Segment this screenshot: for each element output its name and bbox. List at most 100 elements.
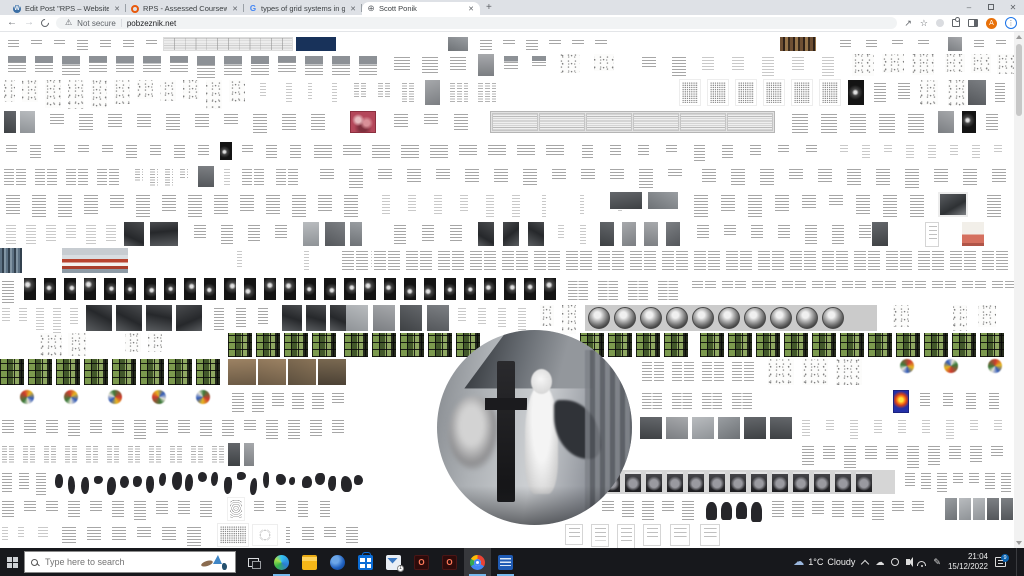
thumbnail[interactable]: [44, 498, 60, 514]
thumbnail[interactable]: [930, 278, 958, 290]
thumbnail[interactable]: [848, 417, 860, 443]
thumbnail[interactable]: [218, 524, 248, 546]
thumbnail[interactable]: [842, 443, 858, 471]
thumbnail[interactable]: [404, 248, 434, 273]
thumbnail[interactable]: [132, 498, 148, 524]
thumbnail[interactable]: [756, 248, 786, 273]
thumbnail[interactable]: [530, 54, 548, 71]
thumbnail[interactable]: [392, 54, 412, 74]
thumbnail[interactable]: [863, 443, 879, 462]
thumbnail[interactable]: [148, 142, 163, 158]
thumbnail[interactable]: [303, 222, 319, 246]
thumbnail[interactable]: [490, 111, 775, 133]
thumbnail[interactable]: [967, 470, 981, 488]
thumbnail[interactable]: [840, 278, 868, 290]
thumbnail[interactable]: [84, 278, 96, 300]
thumbnail[interactable]: [17, 305, 29, 325]
thumbnail[interactable]: [787, 166, 805, 182]
thumbnail[interactable]: [528, 222, 544, 246]
thumbnail[interactable]: [135, 524, 153, 540]
thumbnail[interactable]: [948, 142, 960, 160]
thumbnail[interactable]: [700, 359, 726, 385]
thumbnail[interactable]: [770, 417, 792, 439]
thumbnail[interactable]: [788, 248, 818, 273]
thumbnail[interactable]: [125, 333, 141, 352]
thumbnail[interactable]: [628, 248, 658, 273]
thumbnail[interactable]: [234, 305, 248, 331]
thumbnail[interactable]: [748, 142, 763, 160]
thumbnail[interactable]: [124, 142, 139, 163]
thumbnail[interactable]: [448, 222, 464, 245]
thumbnail[interactable]: [328, 476, 336, 491]
thumbnail[interactable]: [560, 54, 580, 73]
thumbnail[interactable]: [148, 333, 162, 352]
thumbnail[interactable]: [68, 305, 80, 328]
thumbnail[interactable]: [110, 524, 128, 543]
thumbnail[interactable]: [941, 390, 955, 411]
thumbnail[interactable]: [987, 390, 1001, 413]
thumbnail[interactable]: [110, 498, 126, 522]
thumbnail[interactable]: [432, 192, 444, 218]
thumbnail[interactable]: [938, 111, 954, 133]
thumbnail[interactable]: [660, 248, 690, 273]
thumbnail[interactable]: [566, 278, 590, 304]
thumbnail[interactable]: [750, 278, 778, 290]
thumbnail[interactable]: [107, 477, 116, 495]
thumbnail[interactable]: [133, 166, 145, 185]
thumbnail[interactable]: [63, 443, 79, 466]
thumbnail[interactable]: [240, 142, 255, 157]
thumbnail[interactable]: [290, 192, 308, 220]
thumbnail[interactable]: [784, 333, 808, 357]
thumbnail[interactable]: [62, 248, 128, 273]
thumbnail[interactable]: [951, 470, 965, 488]
thumbnail[interactable]: [312, 333, 336, 357]
thumbnail[interactable]: [820, 54, 836, 80]
thumbnail[interactable]: [6, 54, 28, 75]
thumbnail[interactable]: [824, 417, 836, 435]
thumbnail[interactable]: [350, 111, 376, 133]
thumbnail[interactable]: [6, 37, 21, 52]
thumbnail[interactable]: [60, 524, 78, 547]
taskbar-adobe2-button[interactable]: O: [436, 548, 463, 576]
thumbnail[interactable]: [44, 278, 56, 300]
thumbnail[interactable]: [993, 80, 1007, 106]
thumbnail[interactable]: [325, 222, 345, 246]
thumbnail[interactable]: [344, 524, 360, 546]
thumbnail[interactable]: [204, 278, 216, 300]
thumbnail[interactable]: [68, 333, 86, 356]
thumbnail[interactable]: [948, 248, 978, 273]
thumbnail[interactable]: [700, 390, 724, 413]
thumbnail[interactable]: [91, 80, 107, 108]
thumbnail[interactable]: [926, 142, 938, 161]
thumbnail[interactable]: [64, 166, 90, 187]
thumbnail[interactable]: [640, 390, 664, 413]
thumbnail[interactable]: [456, 305, 468, 325]
thumbnail[interactable]: [399, 142, 421, 162]
thumbnail[interactable]: [504, 278, 516, 300]
thumbnail[interactable]: [20, 111, 35, 133]
taskbar-explorer-button[interactable]: [296, 548, 323, 576]
thumbnail[interactable]: [730, 359, 756, 385]
thumbnail[interactable]: [372, 333, 396, 357]
thumbnail[interactable]: [0, 417, 16, 438]
thumbnail[interactable]: [579, 166, 597, 182]
thumbnail[interactable]: [870, 278, 898, 290]
thumbnail[interactable]: [392, 222, 408, 248]
thumbnail[interactable]: [501, 37, 517, 48]
thumbnail[interactable]: [562, 305, 576, 334]
thumbnail[interactable]: [176, 305, 202, 331]
thumbnail[interactable]: [706, 502, 717, 520]
thumbnail[interactable]: [644, 222, 658, 246]
thumbnail[interactable]: [972, 37, 986, 50]
thumbnail[interactable]: [816, 166, 834, 187]
taskbar-chrome-button[interactable]: [464, 548, 491, 576]
thumbnail[interactable]: [897, 356, 916, 375]
taskbar-word-button[interactable]: [492, 548, 519, 576]
thumbnail[interactable]: [303, 54, 325, 79]
thumbnail[interactable]: [874, 166, 892, 189]
thumbnail[interactable]: [114, 54, 136, 77]
thumbnail[interactable]: [700, 524, 720, 546]
thumbnail[interactable]: [51, 305, 63, 336]
thumbnail[interactable]: [159, 473, 166, 486]
thumbnail[interactable]: [82, 192, 100, 219]
